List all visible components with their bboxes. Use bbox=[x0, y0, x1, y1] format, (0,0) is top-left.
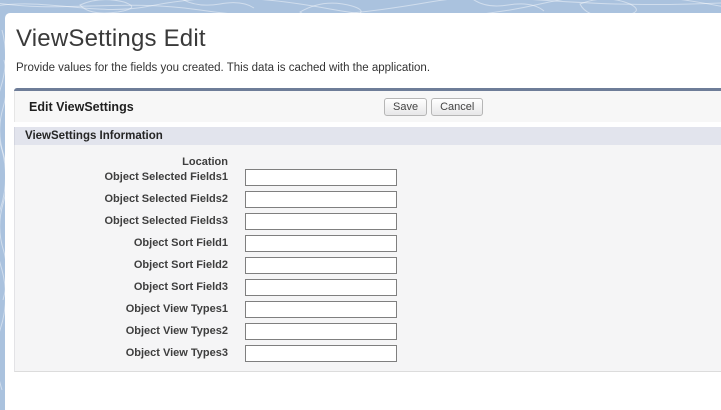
form-row: Object Sort Field3 bbox=[15, 278, 721, 295]
object-sort-field3-label: Object Sort Field3 bbox=[15, 281, 228, 293]
object-sort-field2-label: Object Sort Field2 bbox=[15, 259, 228, 271]
object-view-types2-label: Object View Types2 bbox=[15, 325, 228, 337]
object-selected-fields2-input[interactable] bbox=[245, 191, 397, 208]
object-selected-fields3-label: Object Selected Fields3 bbox=[15, 215, 228, 227]
edit-viewsettings-panel: Edit ViewSettings Save Cancel ViewSettin… bbox=[14, 88, 721, 372]
object-selected-fields1-label: Object Selected Fields1 bbox=[15, 171, 228, 183]
object-view-types1-input[interactable] bbox=[245, 301, 397, 318]
object-view-types1-label: Object View Types1 bbox=[15, 303, 228, 315]
form-row: Object Sort Field2 bbox=[15, 256, 721, 273]
panel-button-group: Save Cancel bbox=[384, 98, 483, 116]
form-area: Location Object Selected Fields1 Object … bbox=[14, 145, 721, 372]
section-header: ViewSettings Information bbox=[14, 127, 721, 145]
page-title: ViewSettings Edit bbox=[16, 25, 206, 53]
cancel-button[interactable]: Cancel bbox=[431, 98, 483, 116]
object-view-types3-label: Object View Types3 bbox=[15, 347, 228, 359]
form-row: Object Selected Fields2 bbox=[15, 190, 721, 207]
save-button[interactable]: Save bbox=[384, 98, 427, 116]
form-row: Object Selected Fields3 bbox=[15, 212, 721, 229]
object-sort-field2-input[interactable] bbox=[245, 257, 397, 274]
panel-title: Edit ViewSettings bbox=[29, 100, 134, 114]
form-row: Object Selected Fields1 bbox=[15, 168, 721, 185]
object-sort-field3-input[interactable] bbox=[245, 279, 397, 296]
form-row: Object View Types3 bbox=[15, 344, 721, 361]
content-sheet: ViewSettings Edit Provide values for the… bbox=[5, 13, 721, 410]
panel-header: Edit ViewSettings Save Cancel bbox=[14, 91, 721, 122]
section-title: ViewSettings Information bbox=[25, 130, 163, 142]
object-sort-field1-input[interactable] bbox=[245, 235, 397, 252]
object-sort-field1-label: Object Sort Field1 bbox=[15, 237, 228, 249]
form-row: Object Sort Field1 bbox=[15, 234, 721, 251]
object-selected-fields2-label: Object Selected Fields2 bbox=[15, 193, 228, 205]
form-row: Object View Types1 bbox=[15, 300, 721, 317]
object-view-types3-input[interactable] bbox=[245, 345, 397, 362]
object-selected-fields3-input[interactable] bbox=[245, 213, 397, 230]
object-view-types2-input[interactable] bbox=[245, 323, 397, 340]
page-subtitle: Provide values for the fields you create… bbox=[16, 62, 430, 74]
form-row-location: Location bbox=[15, 154, 721, 168]
form-row: Object View Types2 bbox=[15, 322, 721, 339]
object-selected-fields1-input[interactable] bbox=[245, 169, 397, 186]
location-label: Location bbox=[15, 156, 228, 168]
